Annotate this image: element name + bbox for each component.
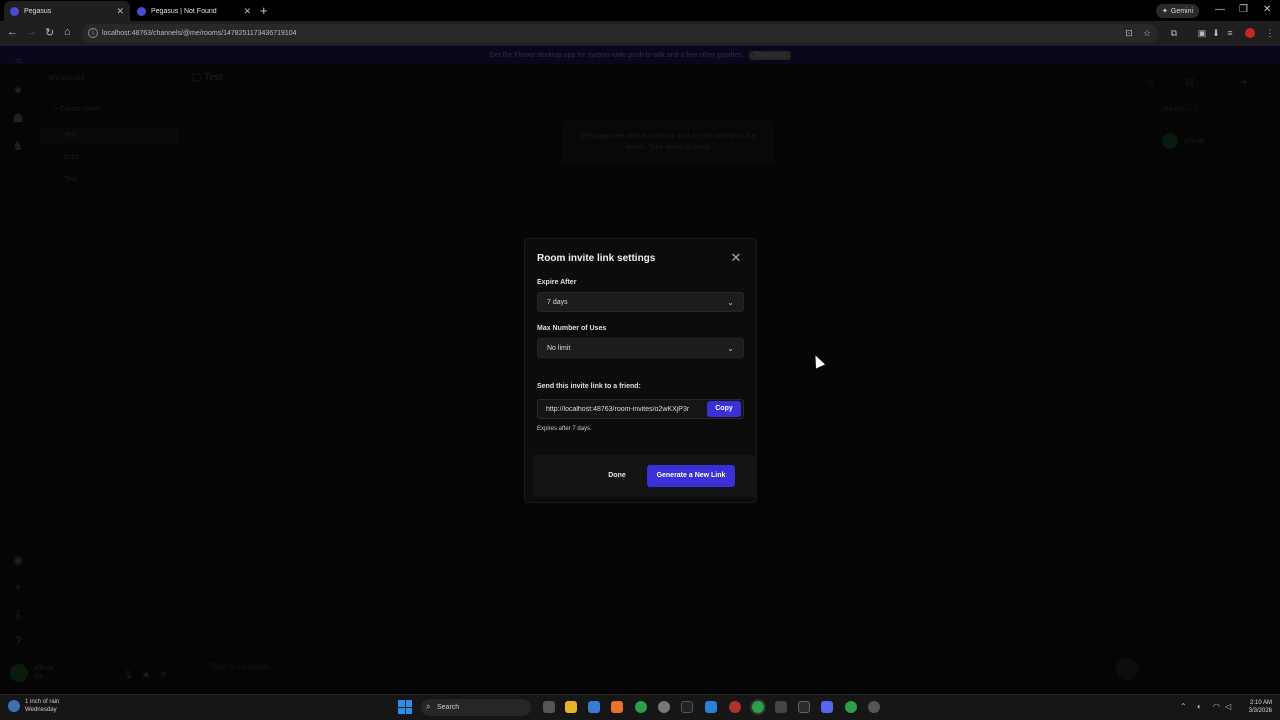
gemini-button[interactable]: ✦ Gemini bbox=[1156, 4, 1200, 18]
split-view-icon[interactable]: ▣ bbox=[1197, 28, 1207, 38]
new-tab-button[interactable]: + bbox=[260, 3, 268, 18]
back-arrow-icon[interactable]: ← bbox=[7, 26, 18, 38]
discord-icon[interactable] bbox=[821, 701, 833, 713]
close-tab-icon[interactable]: ✕ bbox=[116, 6, 124, 17]
tab-title: Pegasus | Not Found bbox=[151, 7, 217, 15]
forward-arrow-icon[interactable]: → bbox=[26, 26, 37, 38]
menu-dots-icon[interactable]: ⋮ bbox=[1265, 28, 1275, 38]
app-icon[interactable] bbox=[798, 701, 810, 713]
site-info-icon[interactable]: i bbox=[88, 28, 98, 38]
terminal-icon[interactable] bbox=[775, 701, 787, 713]
expire-after-value: 7 days bbox=[547, 298, 568, 306]
max-uses-label: Max Number of Uses bbox=[537, 325, 607, 332]
tab-title: Pegasus bbox=[24, 7, 52, 15]
browser-tab-not-found[interactable]: Pegasus | Not Found ✕ bbox=[131, 1, 257, 21]
app-icon[interactable] bbox=[868, 701, 880, 713]
tray-chevron-icon[interactable]: ⌃ bbox=[1180, 702, 1187, 711]
clock-date: 3/3/2026 bbox=[1248, 708, 1272, 714]
windows-start-icon[interactable] bbox=[398, 700, 412, 714]
taskbar-search[interactable]: ⌕ Search bbox=[421, 699, 531, 716]
bookmark-star-icon[interactable]: ☆ bbox=[1142, 28, 1152, 38]
restore-icon[interactable]: ❐ bbox=[1239, 4, 1248, 15]
weather-line1: 1 inch of rain bbox=[25, 699, 60, 705]
volume-icon[interactable]: ◁ bbox=[1225, 702, 1231, 711]
url-text: localhost:48763/channels/@me/rooms/14782… bbox=[102, 30, 297, 37]
taskbar-clock[interactable]: 2:10 AM 3/3/2026 bbox=[1238, 699, 1272, 715]
install-app-icon[interactable]: ⊡ bbox=[1124, 28, 1134, 38]
task-view-icon[interactable] bbox=[543, 701, 555, 713]
windows-taskbar: 1 inch of rain Wednesday ⌕ Search ⌃ ◐ ◠ ◁… bbox=[0, 694, 1280, 720]
send-invite-label: Send this invite link to a friend: bbox=[537, 383, 641, 390]
chrome-active-icon[interactable] bbox=[752, 701, 764, 713]
close-tab-icon[interactable]: ✕ bbox=[243, 6, 251, 17]
chevron-down-icon: ⌄ bbox=[727, 343, 734, 353]
invite-settings-modal: Room invite link settings ✕ Expire After… bbox=[524, 238, 757, 503]
modal-footer: Done Generate a New Link bbox=[533, 455, 757, 497]
file-explorer-icon[interactable] bbox=[565, 701, 577, 713]
max-uses-select[interactable]: No limit ⌄ bbox=[537, 338, 744, 358]
gemini-label: Gemini bbox=[1170, 7, 1194, 15]
taskbar-search-label: Search bbox=[437, 704, 460, 711]
store-icon[interactable] bbox=[588, 701, 600, 713]
expire-after-label: Expire After bbox=[537, 279, 577, 286]
weather-widget[interactable]: 1 inch of rain Wednesday bbox=[8, 698, 59, 714]
browser-tab-pegasus[interactable]: Pegasus ✕ bbox=[4, 1, 130, 21]
extensions-icon[interactable]: ⧉ bbox=[1169, 28, 1179, 38]
address-bar[interactable]: i localhost:48763/channels/@me/rooms/147… bbox=[82, 24, 1158, 43]
pegasus-favicon-icon bbox=[137, 6, 146, 16]
rain-icon bbox=[8, 700, 20, 712]
close-window-icon[interactable]: ✕ bbox=[1263, 4, 1271, 15]
generate-new-link-button[interactable]: Generate a New Link bbox=[647, 465, 735, 487]
invite-link-value: http://localhost:48763/room-invites/o2wK… bbox=[546, 405, 690, 413]
browser-toolbar: ← → ↻ ⌂ i localhost:48763/channels/@me/r… bbox=[0, 21, 1280, 46]
tiktok-icon[interactable] bbox=[681, 701, 693, 713]
chrome-icon[interactable] bbox=[845, 701, 857, 713]
modal-title: Room invite link settings bbox=[537, 253, 656, 264]
app-icon[interactable] bbox=[611, 701, 623, 713]
chevron-down-icon: ⌄ bbox=[727, 297, 734, 307]
reading-list-icon[interactable]: ≡ bbox=[1225, 28, 1235, 38]
weather-line2: Wednesday bbox=[25, 707, 57, 713]
pegasus-favicon-icon bbox=[10, 6, 19, 16]
close-icon[interactable]: ✕ bbox=[729, 251, 743, 265]
invite-link-field[interactable]: http://localhost:48763/room-invites/o2wK… bbox=[537, 399, 744, 419]
expires-note: Expires after 7 days. bbox=[537, 426, 592, 432]
chrome-icon[interactable] bbox=[635, 701, 647, 713]
tray-app-icon[interactable]: ◐ bbox=[1197, 702, 1202, 711]
wifi-icon[interactable]: ◠ bbox=[1213, 702, 1220, 711]
downloads-icon[interactable]: ⬇ bbox=[1211, 28, 1221, 38]
vscode-icon[interactable] bbox=[705, 701, 717, 713]
app-icon[interactable] bbox=[729, 701, 741, 713]
reload-icon[interactable]: ↻ bbox=[45, 26, 54, 39]
app-icon[interactable] bbox=[658, 701, 670, 713]
home-icon[interactable]: ⌂ bbox=[64, 26, 71, 38]
search-icon: ⌕ bbox=[426, 702, 431, 711]
done-button[interactable]: Done bbox=[599, 466, 635, 486]
clock-time: 2:10 AM bbox=[1249, 700, 1272, 706]
minimize-icon[interactable]: — bbox=[1215, 4, 1225, 15]
browser-tab-strip: Pegasus ✕ Pegasus | Not Found ✕ + ✦ Gemin… bbox=[0, 0, 1280, 21]
max-uses-value: No limit bbox=[547, 344, 571, 352]
expire-after-select[interactable]: 7 days ⌄ bbox=[537, 292, 744, 312]
profile-avatar[interactable] bbox=[1245, 28, 1255, 38]
copy-button[interactable]: Copy bbox=[707, 401, 741, 417]
sparkle-icon: ✦ bbox=[1162, 8, 1168, 15]
